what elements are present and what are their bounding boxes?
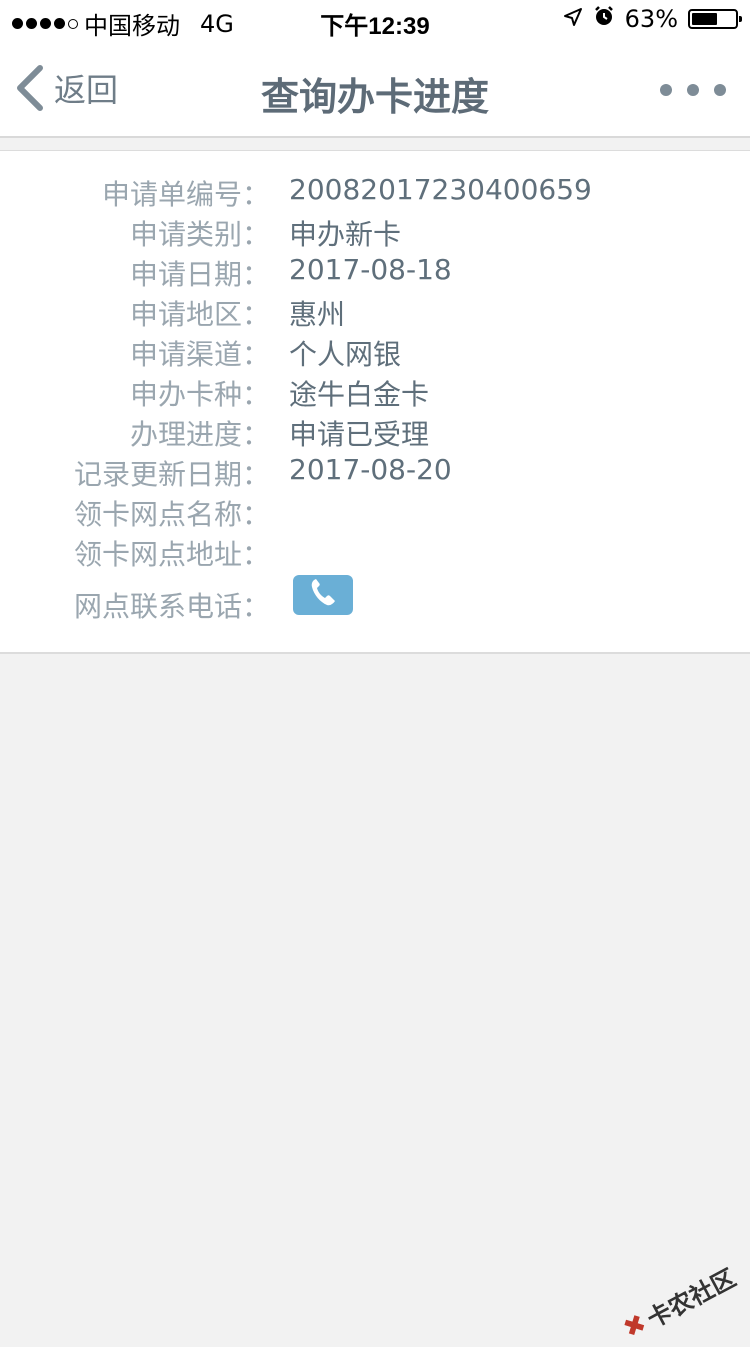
location-arrow-icon xyxy=(563,5,583,33)
detail-row-application-type: 申请类别： 申办新卡 xyxy=(0,213,750,253)
detail-row-application-date: 申请日期： 2017-08-18 xyxy=(0,253,750,293)
detail-row-application-channel: 申请渠道： 个人网银 xyxy=(0,333,750,373)
detail-value: 20082017230400659 xyxy=(289,173,592,206)
battery-icon xyxy=(688,9,742,29)
alarm-clock-icon xyxy=(593,5,615,33)
more-dot-icon xyxy=(660,84,672,96)
detail-label: 办理进度： xyxy=(129,418,270,451)
detail-label: 领卡网点名称： xyxy=(73,498,270,531)
detail-value: 申办新卡 xyxy=(289,218,402,251)
detail-label: 申请单编号： xyxy=(101,178,270,211)
more-dot-icon xyxy=(687,84,699,96)
status-right: 63% xyxy=(563,5,742,33)
navigation-bar: 返回 查询办卡进度 xyxy=(0,40,750,138)
more-dot-icon xyxy=(714,84,726,96)
detail-value: 惠州 xyxy=(289,298,346,331)
detail-row-progress: 办理进度： 申请已受理 xyxy=(0,413,750,453)
detail-row-update-date: 记录更新日期： 2017-08-20 xyxy=(0,453,750,493)
detail-value: 个人网银 xyxy=(289,338,402,371)
detail-row-application-region: 申请地区： 惠州 xyxy=(0,293,750,333)
more-options-button[interactable] xyxy=(660,84,726,96)
detail-label: 申请地区： xyxy=(129,298,270,331)
application-details-panel: 申请单编号： 20082017230400659 申请类别： 申办新卡 申请日期… xyxy=(0,150,750,654)
detail-row-branch-phone: 网点联系电话： xyxy=(0,575,750,625)
detail-row-card-type: 申办卡种： 途牛白金卡 xyxy=(0,373,750,413)
watermark: ✖ 卡农社区 xyxy=(617,1258,741,1346)
page-title: 查询办卡进度 xyxy=(260,75,489,119)
phone-icon xyxy=(309,577,337,614)
detail-row-application-number: 申请单编号： 20082017230400659 xyxy=(0,173,750,213)
watermark-text: 卡农社区 xyxy=(642,1263,741,1334)
detail-label: 申请类别： xyxy=(129,218,270,251)
detail-label: 申办卡种： xyxy=(129,378,270,411)
detail-row-branch-name: 领卡网点名称： xyxy=(0,493,750,533)
detail-value: 途牛白金卡 xyxy=(289,378,430,411)
detail-label: 申请渠道： xyxy=(129,338,270,371)
detail-row-branch-address: 领卡网点地址： xyxy=(0,533,750,573)
status-bar: 中国移动 4G 下午12:39 63% xyxy=(0,0,750,40)
call-branch-button[interactable] xyxy=(293,575,353,615)
detail-label: 网点联系电话： xyxy=(73,590,270,623)
detail-value: 2017-08-20 xyxy=(289,453,452,486)
battery-percentage: 63% xyxy=(624,5,678,33)
detail-label: 领卡网点地址： xyxy=(73,538,270,571)
detail-label: 申请日期： xyxy=(129,258,270,291)
detail-value: 申请已受理 xyxy=(289,418,430,451)
detail-label: 记录更新日期： xyxy=(73,458,270,491)
detail-value: 2017-08-18 xyxy=(289,253,452,286)
